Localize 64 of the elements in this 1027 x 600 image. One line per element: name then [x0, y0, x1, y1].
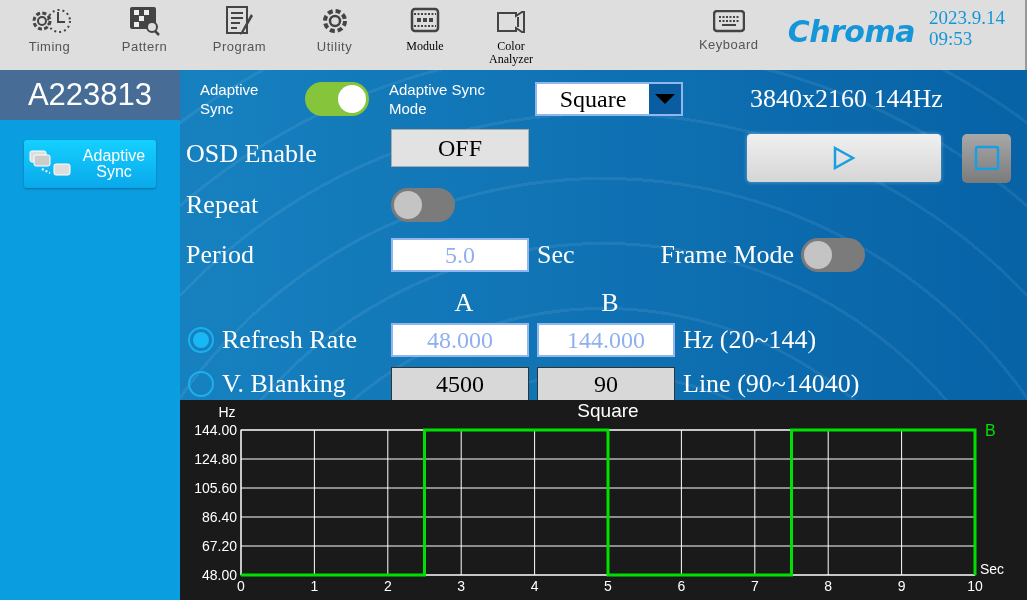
x-tick-label: 0 [237, 578, 245, 594]
adaptive-sync-label: Adaptive Sync [200, 79, 260, 119]
toolbar-button[interactable]: Color Analyzer [468, 0, 554, 66]
y-tick-label: 124.80 [194, 451, 237, 467]
stop-icon [973, 145, 1000, 171]
legend-label: B [985, 422, 996, 439]
x-tick-label: 9 [897, 578, 906, 594]
period-label: Period [186, 240, 255, 270]
y-axis-label: Hz [218, 404, 236, 420]
value-b-field[interactable]: 90 [537, 367, 675, 400]
frame-mode-toggle[interactable] [800, 238, 865, 272]
caret-icon [655, 94, 675, 104]
sync-mode-label: Adaptive Sync Mode [389, 79, 486, 119]
document-pencil-icon [224, 6, 255, 36]
repeat-label: Repeat [186, 190, 260, 220]
keyboard-button[interactable]: Keyboard [683, 0, 774, 52]
range-unit: Hz (20~144) [683, 325, 817, 355]
frame-mode-label: Frame Mode [660, 240, 796, 270]
device-id: A223813 [0, 70, 180, 120]
x-tick-label: 3 [457, 578, 466, 594]
logo: Chroma [787, 14, 915, 49]
osd-label: OSD Enable [186, 139, 318, 169]
parameter-label: Refresh Rate [222, 325, 358, 355]
osd-button[interactable]: OFF [391, 129, 529, 167]
x-tick-label: 2 [383, 578, 392, 594]
date-text: 2023.9.14 [929, 8, 1006, 29]
radio-button[interactable] [188, 327, 214, 353]
x-tick-label: 1 [310, 578, 319, 594]
resolution-text: 3840x2160 144Hz [750, 84, 943, 114]
x-tick-label: 7 [750, 578, 759, 594]
toolbar-button[interactable]: Timing [2, 0, 97, 54]
x-tick-label: 4 [530, 578, 539, 594]
displays-icon [28, 149, 74, 179]
radio-button[interactable] [188, 371, 214, 397]
repeat-toggle[interactable] [391, 188, 455, 222]
x-tick-label: 5 [604, 578, 612, 594]
x-axis-label: Sec [979, 561, 1005, 577]
toolbar-button[interactable]: Utility [287, 0, 382, 54]
column-header: A [453, 288, 475, 318]
pattern-search-icon [128, 6, 161, 36]
toolbar-button[interactable]: Pattern [97, 0, 192, 54]
toolbar-button[interactable]: Module [382, 0, 468, 53]
y-tick-label: 144.00 [194, 422, 237, 438]
stop-button[interactable] [962, 133, 1011, 183]
keyboard-icon [712, 10, 745, 34]
sync-mode-dropdown[interactable]: Square [535, 82, 683, 116]
y-tick-label: 48.00 [201, 567, 237, 583]
play-button[interactable] [747, 134, 941, 182]
parameter-label: V. Blanking [222, 369, 347, 399]
value-a-field[interactable]: 4500 [391, 367, 529, 400]
column-header: B [600, 288, 620, 318]
period-unit: Sec [537, 240, 575, 270]
x-tick-label: 8 [824, 578, 833, 594]
x-tick-label: 6 [677, 578, 686, 594]
chart-title: Square [577, 400, 639, 421]
x-tick-label: 10 [967, 578, 983, 594]
time-text: 09:53 [929, 28, 974, 50]
play-icon [832, 146, 856, 170]
range-unit: Line (90~14040) [683, 369, 860, 399]
y-tick-label: 105.60 [194, 480, 237, 496]
y-tick-label: 86.40 [201, 509, 237, 525]
y-tick-label: 67.20 [201, 538, 237, 554]
adaptive-sync-toggle[interactable] [305, 82, 369, 116]
toolbar-button[interactable]: Program [192, 0, 287, 54]
